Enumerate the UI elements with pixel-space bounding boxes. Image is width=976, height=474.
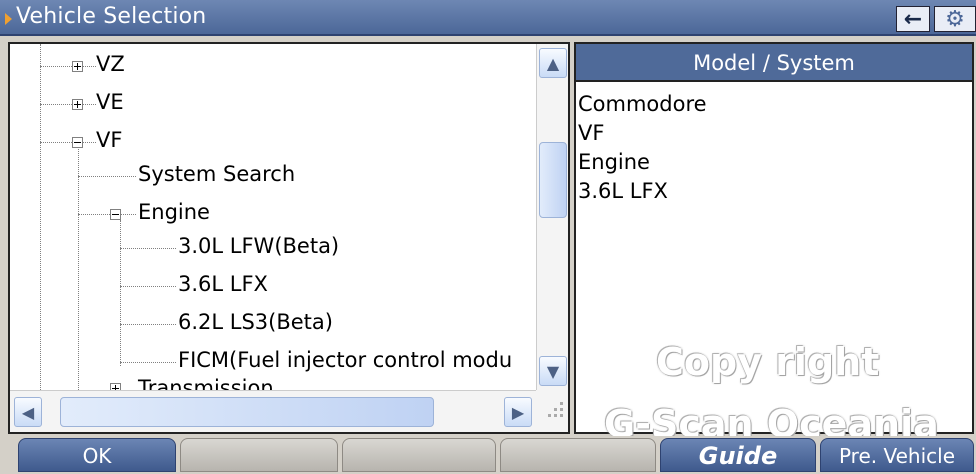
tree-vertical-scrollbar[interactable]: ▲ ▼ <box>536 44 568 390</box>
model-system-list: Commodore VF Engine 3.6L LFX <box>578 90 707 206</box>
collapse-engine-button[interactable] <box>110 209 121 220</box>
tree-connector-line <box>40 142 96 143</box>
horizontal-scroll-thumb[interactable] <box>60 397 434 427</box>
model-item-engine: 3.6L LFX <box>578 179 668 203</box>
function-button-bar: OK Guide Pre. Vehicle <box>0 436 976 474</box>
tree-item-transmission[interactable]: Transmission <box>138 374 274 390</box>
guide-button[interactable]: Guide <box>660 438 816 472</box>
scroll-up-button[interactable]: ▲ <box>539 48 567 78</box>
chevron-right-icon: ▶ <box>511 402 525 422</box>
tree-connector-line <box>120 248 176 249</box>
function-button-2[interactable] <box>180 438 338 472</box>
model-item-series: VF <box>578 121 605 145</box>
tree-connector-line <box>78 176 136 177</box>
window-title: Vehicle Selection <box>16 4 207 29</box>
tree-connector-line <box>120 362 176 363</box>
function-button-4[interactable] <box>500 438 656 472</box>
tree-connector-line <box>120 286 176 287</box>
tree-item-vf[interactable]: VF <box>96 126 122 156</box>
size-grip-icon <box>536 390 568 432</box>
model-item-system: Engine <box>578 150 650 174</box>
scroll-down-button[interactable]: ▼ <box>539 356 567 386</box>
tree-connector-line <box>40 44 41 390</box>
scroll-left-button[interactable]: ◀ <box>14 397 42 427</box>
expand-transmission-button[interactable] <box>110 383 121 390</box>
expand-vz-button[interactable] <box>72 61 83 72</box>
settings-button[interactable]: ⚙ <box>934 6 976 32</box>
expand-ve-button[interactable] <box>72 99 83 110</box>
chevron-up-icon: ▲ <box>546 53 560 73</box>
tree-connector-line <box>120 220 121 366</box>
title-bar: Vehicle Selection ← ⚙ <box>0 0 976 36</box>
watermark-line-1: Copy right <box>656 340 880 384</box>
tree-horizontal-scrollbar[interactable]: ◀ ▶ <box>10 390 536 432</box>
scroll-right-button[interactable]: ▶ <box>504 397 532 427</box>
tree-item-ficm[interactable]: FICM(Fuel injector control modu <box>178 346 512 376</box>
previous-vehicle-button[interactable]: Pre. Vehicle <box>820 438 974 472</box>
tree-connector-line <box>78 144 79 390</box>
tree-item-ve[interactable]: VE <box>96 88 124 118</box>
function-button-3[interactable] <box>342 438 496 472</box>
tree-item-system-search[interactable]: System Search <box>138 160 295 190</box>
model-item-model: Commodore <box>578 92 707 116</box>
vehicle-tree: VZ VE VF System Search Engine 3.0L LFW(B… <box>10 44 532 390</box>
back-arrow-icon: ← <box>903 6 923 32</box>
chevron-left-icon: ◀ <box>21 402 35 422</box>
tree-item-engine[interactable]: Engine <box>138 198 210 228</box>
vertical-scroll-thumb[interactable] <box>539 142 567 218</box>
tree-connector-line <box>78 214 136 215</box>
tree-connector-line <box>120 324 176 325</box>
collapse-vf-button[interactable] <box>72 137 83 148</box>
tree-item-3-6l-lfx[interactable]: 3.6L LFX <box>178 270 268 300</box>
ok-button[interactable]: OK <box>18 438 176 472</box>
title-arrow-icon <box>5 13 12 25</box>
model-system-header: Model / System <box>576 44 972 82</box>
tree-item-vz[interactable]: VZ <box>96 50 125 80</box>
tree-connector-line <box>40 104 96 105</box>
gear-icon: ⚙ <box>945 6 965 32</box>
tree-item-3-0l-lfw[interactable]: 3.0L LFW(Beta) <box>178 232 339 262</box>
tree-item-6-2l-ls3[interactable]: 6.2L LS3(Beta) <box>178 308 333 338</box>
back-button[interactable]: ← <box>896 6 930 32</box>
vehicle-tree-panel: VZ VE VF System Search Engine 3.0L LFW(B… <box>8 42 570 434</box>
chevron-down-icon: ▼ <box>546 361 560 381</box>
tree-connector-line <box>40 66 96 67</box>
